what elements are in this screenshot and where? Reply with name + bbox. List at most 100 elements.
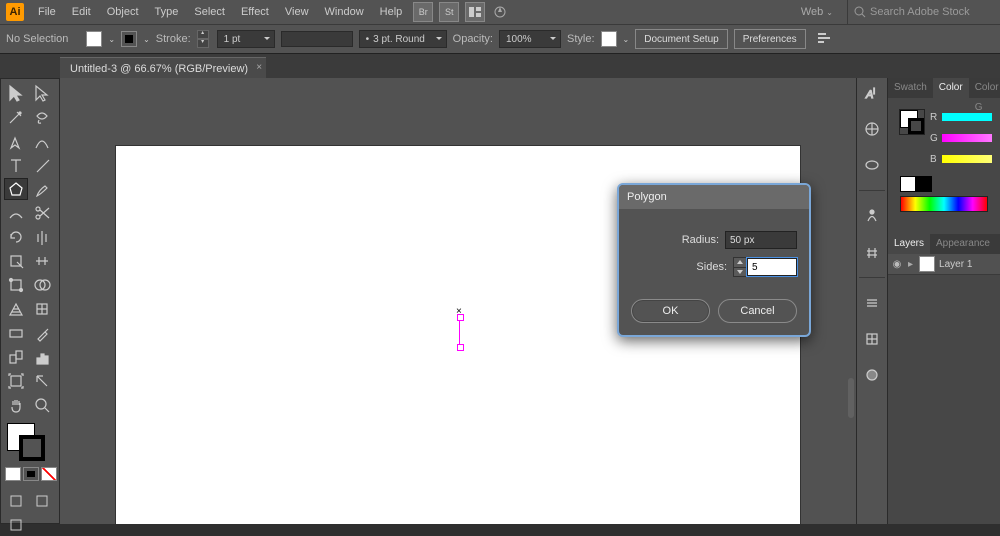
arrange-docs-icon[interactable] — [465, 2, 485, 22]
line-segment-tool[interactable] — [30, 154, 54, 176]
zoom-tool[interactable] — [30, 394, 54, 416]
radius-input[interactable] — [725, 231, 797, 249]
path-anchor — [457, 344, 464, 351]
fill-stroke-indicator[interactable] — [900, 110, 924, 134]
layer-row[interactable]: ◉ ▸ Layer 1 — [888, 254, 1000, 275]
color-guide-tab[interactable]: Color G — [969, 78, 1000, 98]
layer-name[interactable]: Layer 1 — [939, 259, 972, 270]
direct-selection-tool[interactable] — [30, 82, 54, 104]
artboard-tool[interactable] — [4, 370, 28, 392]
stock-search-input[interactable]: Search Adobe Stock — [854, 6, 994, 18]
dots-panel-icon[interactable] — [861, 364, 883, 386]
swatches-tab[interactable]: Swatch — [888, 78, 933, 98]
menu-type[interactable]: Type — [147, 0, 187, 24]
menu-view[interactable]: View — [277, 0, 317, 24]
paintbrush-tool[interactable] — [30, 178, 54, 200]
rotate-tool[interactable] — [4, 226, 28, 248]
reflect-tool[interactable] — [30, 226, 54, 248]
lasso-tool[interactable] — [30, 106, 54, 128]
align-options-icon[interactable] — [816, 31, 832, 48]
polygon-tool[interactable] — [4, 178, 28, 200]
shaper-tool[interactable] — [4, 202, 28, 224]
grid-panel-icon[interactable] — [861, 328, 883, 350]
selection-tool[interactable] — [4, 82, 28, 104]
expand-icon[interactable]: ▸ — [908, 259, 913, 270]
gpu-icon[interactable] — [491, 3, 509, 21]
gradient-tool[interactable] — [4, 322, 28, 344]
width-tool[interactable] — [30, 250, 54, 272]
stock-icon[interactable]: St — [439, 2, 459, 22]
properties-panel-icon[interactable]: AI — [861, 82, 883, 104]
color-spectrum[interactable] — [900, 196, 988, 212]
hand-tool[interactable] — [4, 394, 28, 416]
stroke-swatch[interactable] — [121, 31, 137, 47]
fill-stroke-control[interactable] — [5, 421, 53, 461]
layer-thumbnail — [919, 256, 935, 272]
stroke-weight-stepper[interactable]: ▴▾ — [197, 30, 209, 48]
step-up-icon[interactable] — [734, 258, 746, 268]
none-bw-swatches[interactable] — [900, 176, 988, 192]
more-tab[interactable]: P — [996, 234, 1000, 254]
eyedropper-tool[interactable] — [30, 322, 54, 344]
fill-swatch[interactable] — [86, 31, 102, 47]
draw-behind-icon[interactable] — [30, 490, 54, 512]
scale-tool[interactable] — [4, 250, 28, 272]
graphic-style-swatch[interactable] — [601, 31, 617, 47]
brush-definition[interactable]: • 3 pt. Round — [359, 30, 447, 48]
curvature-tool[interactable] — [30, 130, 54, 152]
color-tab[interactable]: Color — [933, 78, 969, 98]
menu-edit[interactable]: Edit — [64, 0, 99, 24]
lines-panel-icon[interactable] — [861, 292, 883, 314]
b-slider[interactable] — [942, 155, 992, 163]
column-graph-tool[interactable] — [30, 346, 54, 368]
document-tab-title: Untitled-3 @ 66.67% (RGB/Preview) — [70, 63, 248, 75]
sides-input[interactable] — [747, 258, 797, 276]
blend-tool[interactable] — [4, 346, 28, 368]
document-tab[interactable]: Untitled-3 @ 66.67% (RGB/Preview) × — [60, 57, 266, 80]
b-label: B — [930, 154, 940, 165]
type-tool[interactable] — [4, 154, 28, 176]
shape-builder-tool[interactable] — [30, 274, 54, 296]
cancel-button[interactable]: Cancel — [718, 299, 797, 323]
opacity-input[interactable]: 100% — [499, 30, 561, 48]
close-tab-icon[interactable]: × — [256, 62, 262, 73]
g-slider[interactable] — [942, 134, 992, 142]
layers-tab[interactable]: Layers — [888, 234, 930, 254]
style-label: Style: — [567, 33, 595, 45]
scissors-tool[interactable] — [30, 202, 54, 224]
preferences-button[interactable]: Preferences — [734, 29, 806, 49]
perspective-grid-tool[interactable] — [4, 298, 28, 320]
menu-window[interactable]: Window — [317, 0, 372, 24]
stroke-weight-input[interactable]: 1 pt — [217, 30, 275, 48]
ok-button[interactable]: OK — [631, 299, 710, 323]
magic-wand-tool[interactable] — [4, 106, 28, 128]
menu-help[interactable]: Help — [372, 0, 411, 24]
character-panel-icon[interactable] — [861, 118, 883, 140]
menu-object[interactable]: Object — [99, 0, 147, 24]
mesh-tool[interactable] — [30, 298, 54, 320]
document-setup-button[interactable]: Document Setup — [635, 29, 728, 49]
visibility-icon[interactable]: ◉ — [888, 259, 906, 270]
bridge-icon[interactable]: Br — [413, 2, 433, 22]
slice-tool[interactable] — [30, 370, 54, 392]
pen-tool[interactable] — [4, 130, 28, 152]
symbols-panel-icon[interactable] — [861, 241, 883, 263]
variable-width-profile[interactable] — [281, 31, 353, 47]
draw-inside-icon[interactable] — [4, 514, 28, 536]
color-mode-swatches[interactable] — [5, 467, 57, 481]
menu-file[interactable]: File — [30, 0, 64, 24]
menu-select[interactable]: Select — [186, 0, 233, 24]
r-slider[interactable] — [942, 113, 992, 121]
free-transform-tool[interactable] — [4, 274, 28, 296]
workspace-selector[interactable]: Web ⌄ — [801, 6, 833, 18]
step-down-icon[interactable] — [734, 268, 746, 277]
tools-panel — [0, 78, 60, 524]
menu-effect[interactable]: Effect — [233, 0, 277, 24]
paragraph-panel-icon[interactable] — [861, 154, 883, 176]
draw-normal-icon[interactable] — [4, 490, 28, 512]
panel-scrollbar[interactable] — [848, 378, 854, 418]
dialog-title[interactable]: Polygon — [619, 185, 809, 209]
appearance-tab[interactable]: Appearance — [930, 234, 996, 254]
sides-stepper[interactable] — [733, 257, 747, 277]
brushes-panel-icon[interactable] — [861, 205, 883, 227]
